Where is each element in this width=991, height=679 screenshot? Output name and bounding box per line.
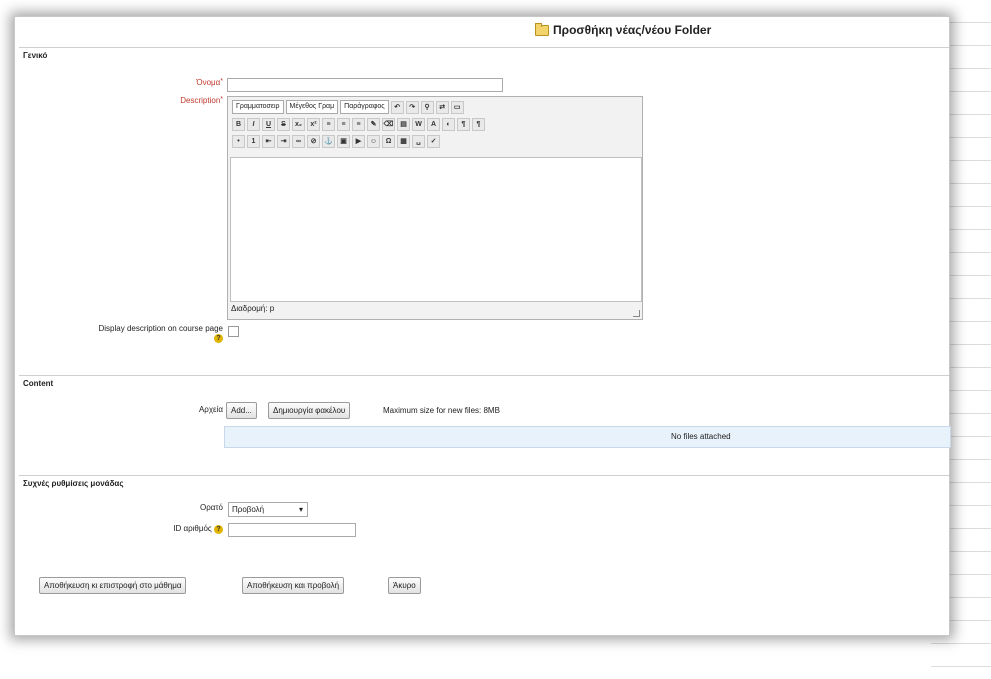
name-label-text: Όνομα bbox=[196, 78, 221, 87]
visible-select[interactable]: Προβολή ▾ bbox=[228, 502, 308, 517]
visible-label: Ορατό bbox=[199, 503, 223, 512]
rtl-icon[interactable]: ¶ bbox=[472, 117, 485, 131]
editor-toolbar-row-3: • 1 ⇤ ⇥ ∞ ⊘ ⚓ ▣ ▶ ☺ Ω ▦ ␣ ✓ bbox=[232, 134, 440, 148]
paste-text-icon[interactable]: ▤ bbox=[397, 117, 410, 131]
emoticon-icon[interactable]: ☺ bbox=[367, 134, 380, 148]
cancel-button[interactable]: Άκυρο bbox=[388, 577, 421, 594]
add-file-button[interactable]: Add... bbox=[226, 402, 257, 419]
help-icon[interactable]: ? bbox=[214, 334, 223, 343]
files-label: Αρχεία bbox=[198, 405, 223, 414]
name-input[interactable] bbox=[227, 78, 503, 92]
paragraph-select[interactable]: Παράγραφος bbox=[340, 100, 389, 114]
required-mark: * bbox=[220, 78, 223, 85]
bullet-list-icon[interactable]: • bbox=[232, 134, 245, 148]
help-icon[interactable]: ? bbox=[214, 525, 223, 534]
numbered-list-icon[interactable]: 1 bbox=[247, 134, 260, 148]
anchor-icon[interactable]: ⚓ bbox=[322, 134, 335, 148]
ltr-icon[interactable]: ¶ bbox=[457, 117, 470, 131]
description-label: Description* bbox=[119, 96, 223, 105]
id-number-input[interactable] bbox=[228, 523, 356, 537]
file-drop-area[interactable]: No files attached bbox=[224, 426, 951, 448]
display-description-label: Display description on course page ? bbox=[29, 324, 223, 343]
page-title-text: Προσθήκη νέας/νέου Folder bbox=[553, 23, 712, 37]
superscript-icon[interactable]: x² bbox=[307, 117, 320, 131]
fullscreen-icon[interactable]: ▭ bbox=[450, 100, 464, 114]
save-return-button[interactable]: Αποθήκευση κι επιστροφή στο μάθημα bbox=[39, 577, 187, 594]
background-color-icon[interactable]: ◐ bbox=[442, 117, 455, 131]
id-number-label: ID αριθμός ? bbox=[99, 524, 223, 534]
unlink-icon[interactable]: ⊘ bbox=[307, 134, 320, 148]
outdent-icon[interactable]: ⇤ bbox=[262, 134, 275, 148]
description-label-text: Description bbox=[180, 96, 221, 105]
create-folder-button[interactable]: Δημιουργία φακέλου bbox=[268, 402, 351, 419]
visible-select-value: Προβολή bbox=[232, 505, 265, 514]
strikethrough-icon[interactable]: S bbox=[277, 117, 290, 131]
bold-icon[interactable]: B bbox=[232, 117, 245, 131]
align-center-icon[interactable]: ≡ bbox=[337, 117, 350, 131]
form-panel: Προσθήκη νέας/νέου Folder Γενικό Όνομα* … bbox=[14, 16, 951, 636]
no-files-text: No files attached bbox=[671, 432, 731, 441]
save-display-button[interactable]: Αποθήκευση και προβολή bbox=[242, 577, 345, 594]
required-mark: * bbox=[220, 96, 223, 103]
indent-icon[interactable]: ⇥ bbox=[277, 134, 290, 148]
align-left-icon[interactable]: ≡ bbox=[322, 117, 335, 131]
undo-icon[interactable]: ↶ bbox=[390, 100, 404, 114]
page-title: Προσθήκη νέας/νέου Folder bbox=[535, 22, 712, 37]
image-icon[interactable]: ▣ bbox=[337, 134, 350, 148]
id-number-label-text: ID αριθμός bbox=[173, 524, 212, 533]
editor-toolbar-row-2: B I U S x₂ x² ≡ ≡ ≡ ✎ ⌫ ▤ W A ◐ ¶ ¶ bbox=[232, 117, 485, 131]
special-char-icon[interactable]: Ω bbox=[382, 134, 395, 148]
display-description-label-text: Display description on course page bbox=[98, 324, 223, 333]
general-section: Γενικό Όνομα* Description* Γραμματοσειρ … bbox=[19, 47, 949, 376]
link-icon[interactable]: ∞ bbox=[292, 134, 305, 148]
align-right-icon[interactable]: ≡ bbox=[352, 117, 365, 131]
replace-icon[interactable]: ⇄ bbox=[435, 100, 449, 114]
text-color-icon[interactable]: A bbox=[427, 117, 440, 131]
max-size-text: Maximum size for new files: 8MB bbox=[383, 406, 500, 415]
spellcheck-icon[interactable]: ✓ bbox=[427, 134, 440, 148]
redo-icon[interactable]: ↷ bbox=[405, 100, 419, 114]
html-editor: Γραμματοσειρ Μέγεθος Γραμ Παράγραφος ↶ ↷… bbox=[227, 96, 643, 320]
folder-icon bbox=[535, 22, 549, 36]
editor-content-area[interactable] bbox=[230, 157, 642, 302]
resize-handle-icon[interactable] bbox=[633, 310, 640, 317]
content-section: Content Αρχεία Add... Δημιουργία φακέλου… bbox=[19, 375, 949, 474]
remove-format-icon[interactable]: ⌫ bbox=[382, 117, 395, 131]
chevron-down-icon: ▾ bbox=[298, 505, 303, 514]
module-settings-legend: Συχνές ρυθμίσεις μονάδας bbox=[23, 479, 124, 488]
editor-toolbar-row-1: Γραμματοσειρ Μέγεθος Γραμ Παράγραφος ↶ ↷… bbox=[232, 100, 464, 114]
nonbreaking-icon[interactable]: ␣ bbox=[412, 134, 425, 148]
general-legend: Γενικό bbox=[23, 51, 48, 60]
subscript-icon[interactable]: x₂ bbox=[292, 117, 305, 131]
module-settings-section: Συχνές ρυθμίσεις μονάδας Ορατό Προβολή ▾ … bbox=[19, 475, 949, 554]
editor-path: Διαδρομή: p bbox=[231, 304, 275, 313]
underline-icon[interactable]: U bbox=[262, 117, 275, 131]
table-icon[interactable]: ▦ bbox=[397, 134, 410, 148]
clean-up-icon[interactable]: ✎ bbox=[367, 117, 380, 131]
italic-icon[interactable]: I bbox=[247, 117, 260, 131]
media-icon[interactable]: ▶ bbox=[352, 134, 365, 148]
find-icon[interactable]: ⚲ bbox=[420, 100, 434, 114]
content-legend: Content bbox=[23, 379, 54, 388]
font-select[interactable]: Γραμματοσειρ bbox=[232, 100, 284, 114]
paste-word-icon[interactable]: W bbox=[412, 117, 425, 131]
name-label: Όνομα* bbox=[119, 78, 223, 87]
display-description-checkbox[interactable] bbox=[228, 326, 239, 337]
font-size-select[interactable]: Μέγεθος Γραμ bbox=[285, 100, 339, 114]
